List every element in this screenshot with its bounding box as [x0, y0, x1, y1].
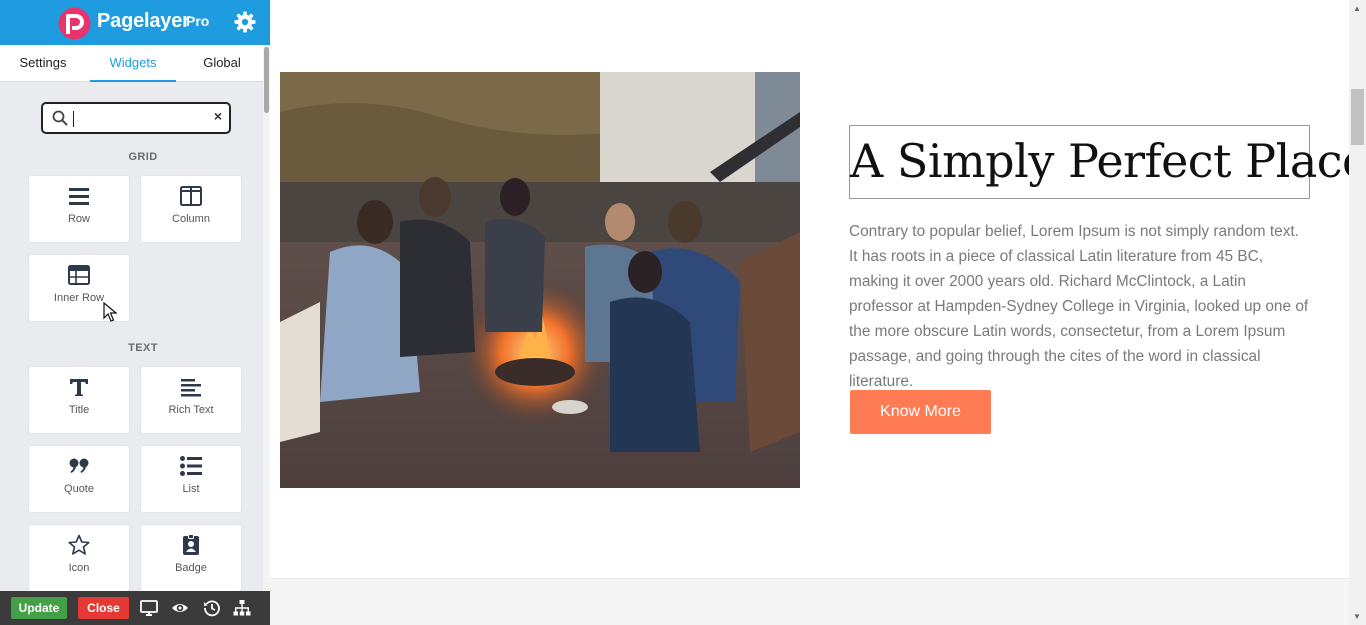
widget-list[interactable]: List [141, 446, 241, 512]
text-caret [73, 111, 74, 127]
inner-row-icon [68, 265, 90, 285]
widget-quote[interactable]: Quote [29, 446, 129, 512]
list-icon [180, 456, 202, 476]
sidebar-tabs: Settings Widgets Global [0, 45, 263, 82]
clear-search-icon[interactable]: × [214, 108, 222, 124]
scroll-up-arrow-icon[interactable]: ▲ [1353, 4, 1361, 13]
history-icon[interactable] [203, 599, 221, 617]
desktop-icon[interactable] [140, 599, 158, 617]
page-scrollbar[interactable]: ▲ ▼ [1349, 0, 1366, 625]
widget-label: Rich Text [168, 404, 214, 416]
title-icon [70, 379, 88, 396]
widget-label: Title [68, 404, 90, 416]
row-icon [69, 188, 89, 205]
tab-widgets[interactable]: Widgets [90, 45, 176, 82]
rich-text-icon [181, 379, 201, 397]
sidebar-scrollbar-thumb[interactable] [264, 47, 269, 113]
group-title-text: TEXT [128, 342, 158, 354]
widget-row[interactable]: Row [29, 176, 129, 242]
widget-badge[interactable]: Badge [141, 525, 241, 591]
search-icon [52, 110, 68, 126]
widget-title[interactable]: Title [29, 367, 129, 433]
know-more-button[interactable]: Know More [850, 390, 991, 434]
widget-label: Icon [68, 562, 90, 574]
sitemap-icon[interactable] [233, 599, 251, 617]
editor-sidebar: Pagelayer Pro Settings Widgets Global × … [0, 0, 270, 625]
quote-icon [69, 458, 89, 473]
scroll-down-arrow-icon[interactable]: ▼ [1353, 612, 1361, 621]
widget-label: Row [67, 213, 90, 225]
body-paragraph: Contrary to popular belief, Lorem Ipsum … [849, 223, 1309, 390]
brand-name: Pagelayer [97, 10, 190, 32]
mouse-cursor-icon [103, 302, 117, 322]
tab-global[interactable]: Global [180, 45, 264, 82]
widget-label: List [182, 483, 200, 495]
next-section [270, 578, 1349, 625]
widget-label: Badge [175, 562, 207, 574]
page-heading: A Simply Perfect Place [850, 134, 1366, 188]
sidebar-header: Pagelayer Pro [0, 0, 270, 45]
widget-search-input[interactable]: × [41, 102, 231, 134]
update-button[interactable]: Update [11, 597, 67, 619]
widget-label: Column [172, 213, 210, 225]
sidebar-bottom-bar: Update Close [0, 591, 270, 625]
page-canvas: A Simply Perfect Place Contrary to popul… [270, 0, 1366, 625]
star-icon [68, 534, 90, 555]
sidebar-scrollbar[interactable] [263, 45, 270, 591]
people-around-campfire-photo [280, 72, 800, 488]
column-icon [180, 186, 202, 206]
tab-settings[interactable]: Settings [0, 45, 86, 82]
widget-icon[interactable]: Icon [29, 525, 129, 591]
brand-suffix: Pro [186, 13, 210, 29]
pagelayer-logo-icon [58, 7, 91, 40]
title-widget-selected[interactable]: A Simply Perfect Place [849, 125, 1366, 199]
widget-rich-text[interactable]: Rich Text [141, 367, 241, 433]
gear-icon[interactable] [234, 11, 256, 33]
close-button[interactable]: Close [78, 597, 129, 619]
widget-label: Quote [64, 483, 94, 495]
widget-column[interactable]: Column [141, 176, 241, 242]
badge-icon [183, 534, 199, 555]
group-title-grid: GRID [128, 151, 158, 163]
page-scrollbar-thumb[interactable] [1351, 89, 1364, 145]
eye-icon[interactable] [171, 599, 189, 617]
